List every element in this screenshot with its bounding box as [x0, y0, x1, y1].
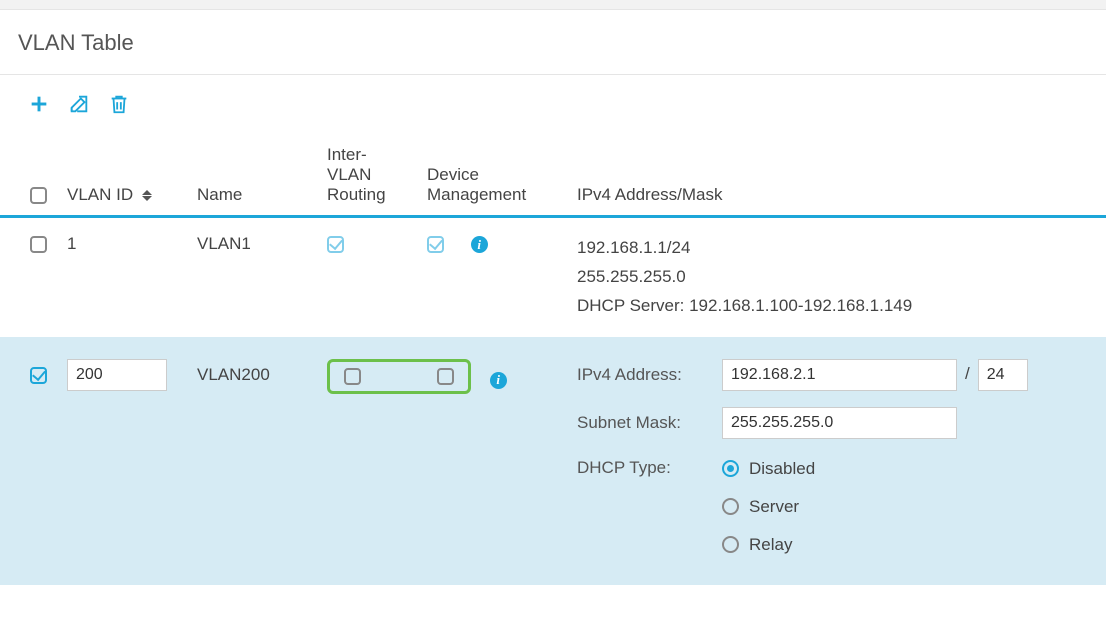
table-row-editing: VLAN200 i IPv4 Address: / Subnet Mask:	[0, 337, 1106, 585]
dhcp-type-label: DHCP Type:	[577, 455, 722, 478]
toolbar	[0, 75, 1106, 137]
sort-icon	[142, 190, 152, 201]
dhcp-relay-radio[interactable]	[722, 536, 739, 553]
subnet-mask-input[interactable]	[722, 407, 957, 439]
mask-slash: /	[965, 364, 970, 383]
header-vlan-id-label: VLAN ID	[67, 185, 133, 204]
add-icon[interactable]	[28, 93, 50, 115]
inter-vlan-checkbox[interactable]	[344, 368, 361, 385]
row-checkbox[interactable]	[30, 367, 47, 384]
info-icon[interactable]: i	[490, 372, 507, 389]
header-name: Name	[187, 137, 317, 217]
panel-title: VLAN Table	[0, 10, 1106, 75]
cell-ipv4: 192.168.1.1/24 255.255.255.0 DHCP Server…	[577, 234, 1096, 321]
header-vlan-id[interactable]: VLAN ID	[57, 137, 187, 217]
dhcp-disabled-label: Disabled	[749, 459, 815, 479]
table-row: 1 VLAN1 i 192.168.1.1/24 255.255.255.0 D…	[0, 217, 1106, 337]
dhcp-disabled-radio[interactable]	[722, 460, 739, 477]
vlan-table: VLAN ID Name Inter-VLAN Routing Device M…	[0, 137, 1106, 585]
delete-icon[interactable]	[108, 93, 130, 115]
cell-name: VLAN1	[187, 217, 317, 337]
info-icon[interactable]: i	[471, 236, 488, 253]
header-inter-vlan: Inter-VLAN Routing	[317, 137, 417, 217]
ipv4-form: IPv4 Address: / Subnet Mask: DHCP Type: …	[577, 359, 1096, 555]
ipv4-line: 192.168.1.1/24	[577, 234, 1096, 263]
highlight-box	[327, 359, 471, 394]
device-mgmt-checkbox[interactable]	[437, 368, 454, 385]
top-divider	[0, 0, 1106, 10]
cell-vlan-id: 1	[57, 217, 187, 337]
dhcp-radio-group: Disabled Server Relay	[722, 455, 1096, 555]
edit-icon[interactable]	[68, 93, 90, 115]
ipv4-address-input[interactable]	[722, 359, 957, 391]
ipv4-address-label: IPv4 Address:	[577, 365, 722, 385]
cell-name: VLAN200	[187, 337, 317, 585]
dhcp-server-label: Server	[749, 497, 799, 517]
dhcp-line: DHCP Server: 192.168.1.100-192.168.1.149	[577, 292, 1096, 321]
header-ipv4: IPv4 Address/Mask	[567, 137, 1106, 217]
header-device-mgmt: Device Management	[417, 137, 567, 217]
inter-vlan-checkbox	[327, 236, 344, 253]
row-checkbox[interactable]	[30, 236, 47, 253]
device-mgmt-checkbox	[427, 236, 444, 253]
dhcp-relay-label: Relay	[749, 535, 792, 555]
dhcp-server-radio[interactable]	[722, 498, 739, 515]
subnet-line: 255.255.255.0	[577, 263, 1096, 292]
vlan-id-input[interactable]	[67, 359, 167, 391]
select-all-checkbox[interactable]	[30, 187, 47, 204]
subnet-mask-label: Subnet Mask:	[577, 413, 722, 433]
mask-bits-input[interactable]	[978, 359, 1028, 391]
